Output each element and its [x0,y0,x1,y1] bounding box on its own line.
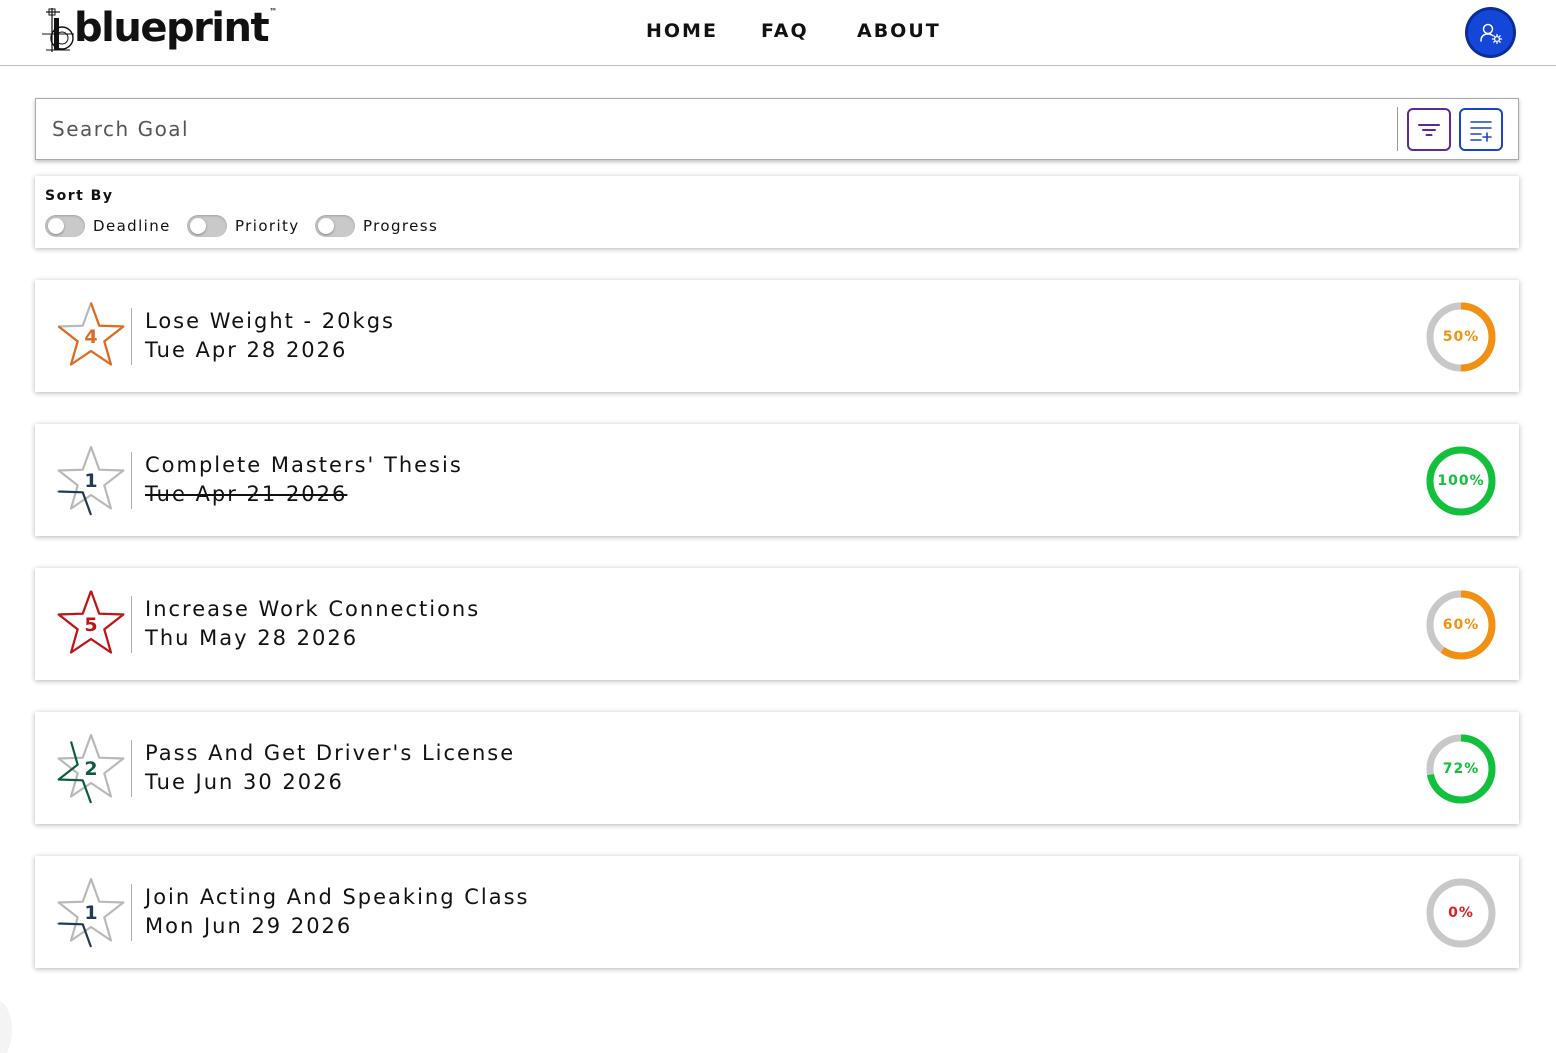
priority-number: 2 [84,758,98,780]
card-divider [131,308,132,365]
progress-percent: 0% [1448,905,1474,921]
progress-ring: 50% [1423,299,1499,375]
progress-percent: 100% [1437,473,1485,489]
progress-percent: 60% [1442,617,1480,633]
nav-home-link[interactable]: HOME [646,20,718,42]
goal-deadline: Mon Jun 29 2026 [145,914,353,938]
goal-card[interactable]: 4 Lose Weight - 20kgs Tue Apr 28 2026 50% [35,280,1519,392]
sort-by-title: Sort By [45,188,114,204]
goal-title: Complete Masters' Thesis [145,453,463,477]
navbar: blueprint™ HOME FAQ ABOUT [0,0,1556,66]
sort-deadline-option[interactable]: Deadline [45,214,171,238]
goal-title: Join Acting And Speaking Class [145,885,530,909]
goal-card[interactable]: 5 Increase Work Connections Thu May 28 202… [35,568,1519,680]
search-bar [35,98,1519,160]
filter-button[interactable] [1407,108,1451,151]
logo-text: blueprint™ [74,5,277,51]
sort-priority-label: Priority [235,217,300,235]
priority-star: 1 [55,444,127,517]
add-goal-button[interactable] [1459,108,1503,151]
progress-ring: 60% [1423,587,1499,663]
user-settings-icon [1479,23,1502,44]
toggle-knob [318,218,334,234]
progress-ring: 72% [1423,731,1499,807]
priority-number: 1 [84,902,98,924]
goal-list: 4 Lose Weight - 20kgs Tue Apr 28 2026 50% 1 C… [35,280,1519,1000]
toggle-knob [48,218,64,234]
sort-priority-option[interactable]: Priority [187,214,300,238]
sort-deadline-label: Deadline [93,217,171,235]
goal-deadline: Thu May 28 2026 [145,626,359,650]
search-divider [1397,107,1398,151]
progress-ring: 100% [1423,443,1499,519]
corner-decoration [0,1000,12,1053]
sort-progress-label: Progress [363,217,439,235]
goal-title: Lose Weight - 20kgs [145,309,395,333]
priority-star: 5 [55,588,127,660]
toggle-knob [190,218,206,234]
card-divider [131,596,132,653]
nav-faq-link[interactable]: FAQ [761,20,809,42]
priority-number: 1 [84,470,98,492]
nav-about-link[interactable]: ABOUT [857,20,941,42]
filter-icon [1418,123,1440,136]
sort-deadline-toggle[interactable] [45,215,85,237]
card-divider [131,452,132,509]
sort-priority-toggle[interactable] [187,215,227,237]
priority-star: 4 [55,300,127,372]
add-list-icon [1470,120,1492,142]
goal-title: Pass And Get Driver's License [145,741,516,765]
sort-progress-toggle[interactable] [315,215,355,237]
priority-number: 5 [84,614,98,636]
goal-deadline: Tue Jun 30 2026 [145,770,344,794]
blueprint-logo[interactable]: blueprint™ [40,4,277,58]
progress-percent: 72% [1442,761,1480,777]
goal-title: Increase Work Connections [145,597,481,621]
progress-percent: 50% [1442,329,1480,345]
goal-card[interactable]: 1 Join Acting And Speaking Class Mon Jun 2… [35,856,1519,968]
card-divider [131,884,132,941]
sort-progress-option[interactable]: Progress [315,214,438,238]
sort-panel: Sort By Deadline Priority Progress [35,176,1519,248]
priority-star: 2 [55,732,127,805]
goal-card[interactable]: 1 Complete Masters' Thesis Tue Apr 21 2026… [35,424,1519,536]
card-divider [131,740,132,797]
goal-card[interactable]: 2 Pass And Get Driver's License Tue Jun 30… [35,712,1519,824]
priority-number: 4 [84,326,98,348]
user-settings-button[interactable] [1466,8,1515,57]
goal-deadline: Tue Apr 21 2026 [145,482,348,506]
goal-deadline: Tue Apr 28 2026 [145,338,348,362]
progress-ring: 0% [1423,875,1499,951]
priority-star: 1 [55,876,127,949]
search-goal-input[interactable] [52,109,1382,149]
